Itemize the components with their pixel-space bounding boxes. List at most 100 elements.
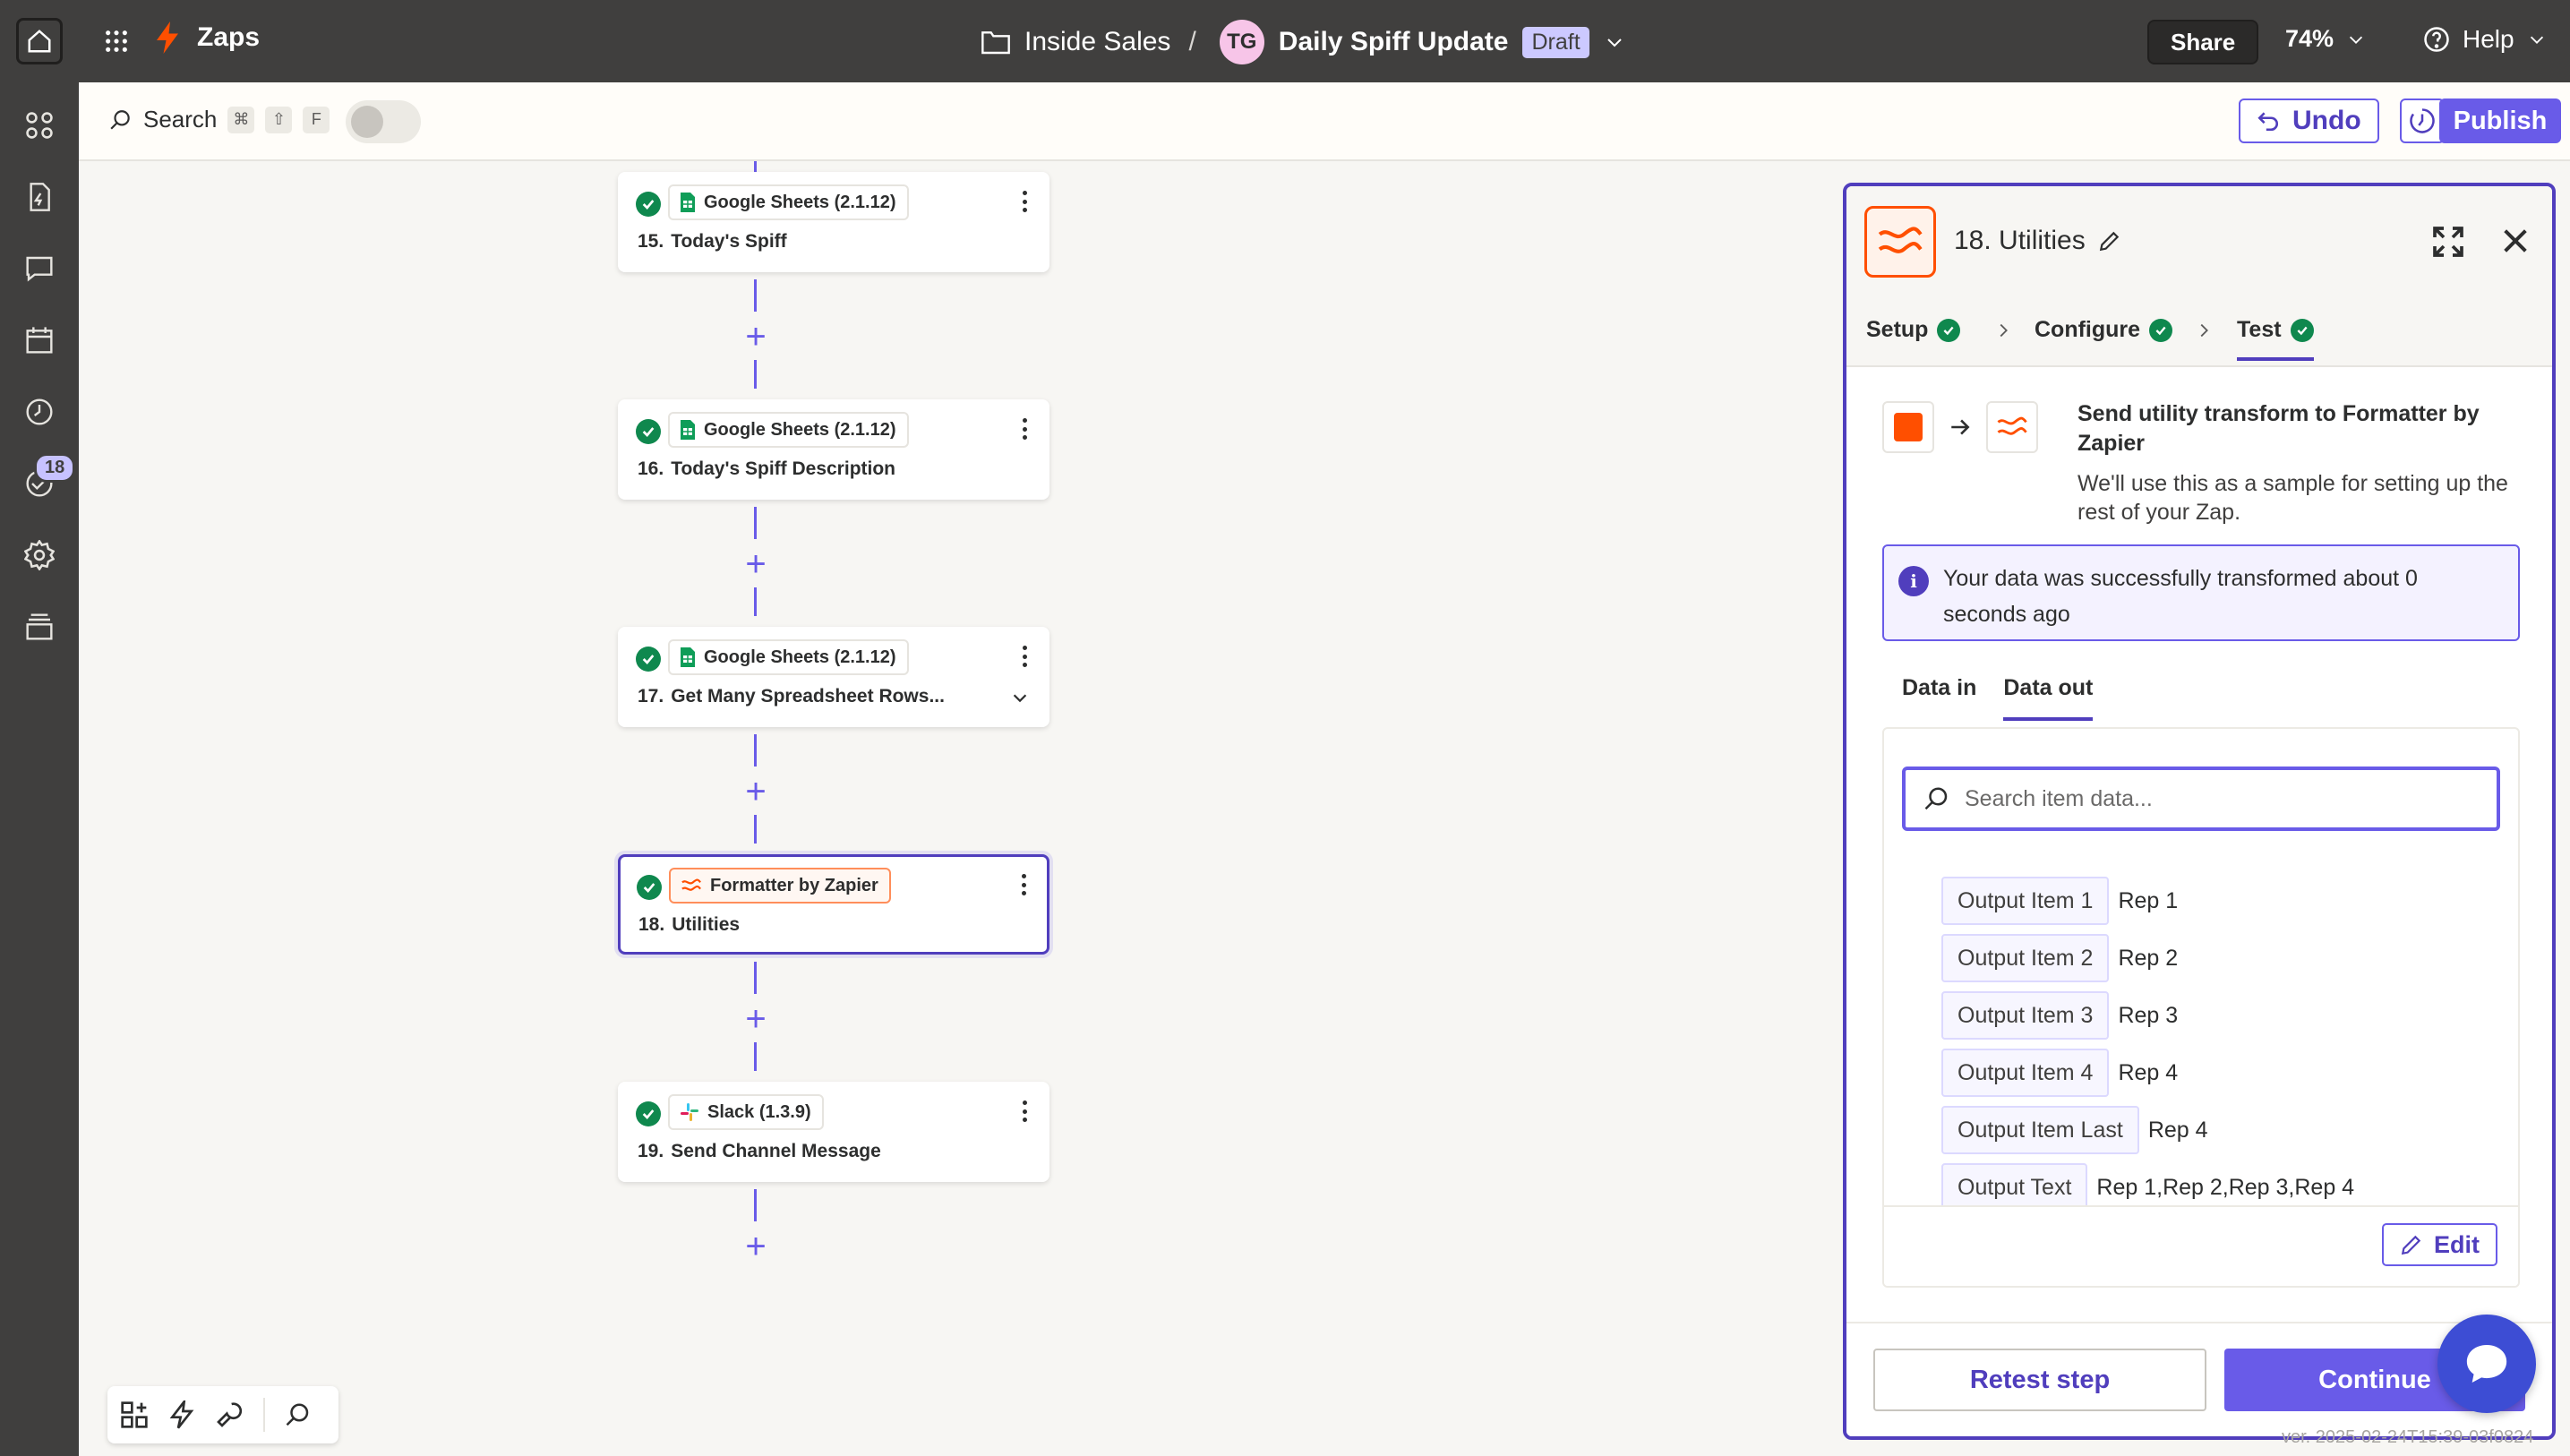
zaps-label: Zaps bbox=[197, 22, 261, 52]
rail-zaps-button[interactable] bbox=[21, 179, 57, 215]
add-app-icon[interactable] bbox=[120, 1400, 149, 1429]
step-number: 15. bbox=[638, 231, 664, 252]
add-step-button[interactable]: + bbox=[736, 317, 775, 356]
step-card-15[interactable]: Google Sheets (2.1.12) 15. Today's Spiff bbox=[618, 172, 1049, 272]
home-icon bbox=[28, 30, 51, 53]
formatter-logo bbox=[1864, 206, 1936, 278]
output-row: Output Item 4 Rep 4 bbox=[1941, 1044, 2354, 1101]
toggle-knob bbox=[351, 106, 383, 138]
step-number: 16. bbox=[638, 458, 664, 479]
formatter-icon bbox=[1997, 416, 2027, 435]
panel-title[interactable]: 18. Utilities bbox=[1954, 226, 2121, 256]
step-card-16[interactable]: Google Sheets (2.1.12) 16. Today's Spiff … bbox=[618, 399, 1049, 500]
step-menu-button[interactable] bbox=[1015, 871, 1032, 898]
tab-data-in[interactable]: Data in bbox=[1902, 675, 1976, 721]
clock-icon bbox=[26, 398, 53, 425]
add-step-button[interactable]: + bbox=[736, 544, 775, 584]
tab-data-out[interactable]: Data out bbox=[2003, 675, 2094, 721]
edit-label: Edit bbox=[2434, 1230, 2480, 1258]
undo-label: Undo bbox=[2292, 106, 2361, 135]
tab-configure[interactable]: Configure bbox=[2035, 317, 2173, 343]
step-menu-button[interactable] bbox=[1015, 415, 1033, 442]
canvas-toggle[interactable] bbox=[346, 100, 421, 143]
maximize-icon[interactable] bbox=[2430, 224, 2466, 260]
output-key[interactable]: Output Text bbox=[1941, 1163, 2088, 1212]
output-key[interactable]: Output Item 4 bbox=[1941, 1049, 2110, 1097]
check-circle-icon bbox=[636, 1101, 661, 1126]
retest-step-button[interactable]: Retest step bbox=[1873, 1349, 2206, 1411]
zaps-nav-link[interactable]: Zaps bbox=[154, 21, 260, 54]
panel-header: 18. Utilities bbox=[1846, 186, 2552, 297]
tab-test[interactable]: Test bbox=[2237, 317, 2314, 361]
rail-interfaces-button[interactable] bbox=[21, 251, 57, 287]
zap-name[interactable]: Daily Spiff Update bbox=[1279, 27, 1509, 57]
shortcut-key-cmd: ⌘ bbox=[227, 106, 255, 133]
zoom-dropdown[interactable]: 74% bbox=[2285, 25, 2366, 53]
rail-apps-button[interactable] bbox=[21, 107, 57, 143]
add-step-button[interactable]: + bbox=[736, 999, 775, 1039]
close-icon[interactable] bbox=[2500, 226, 2531, 256]
breadcrumb-separator: / bbox=[1188, 27, 1196, 56]
connector-line bbox=[754, 1189, 757, 1221]
rail-settings-button[interactable] bbox=[21, 537, 57, 573]
output-key[interactable]: Output Item 1 bbox=[1941, 877, 2110, 925]
search-item-data-input[interactable]: Search item data... bbox=[1902, 767, 2500, 831]
folder-link[interactable]: Inside Sales bbox=[1024, 27, 1170, 57]
app-name: Formatter by Zapier bbox=[710, 875, 878, 895]
canvas-search[interactable]: Search ⌘ ⇧ F bbox=[109, 106, 330, 133]
output-key[interactable]: Output Item Last bbox=[1941, 1106, 2139, 1154]
chevron-down-icon[interactable] bbox=[1010, 688, 1030, 707]
app-name: Google Sheets (2.1.12) bbox=[704, 192, 896, 212]
output-key[interactable]: Output Item 2 bbox=[1941, 934, 2110, 982]
check-circle-icon bbox=[636, 647, 661, 672]
step-menu-button[interactable] bbox=[1015, 188, 1033, 215]
edit-button[interactable]: Edit bbox=[2382, 1223, 2497, 1266]
rail-history-button[interactable] bbox=[21, 394, 57, 430]
check-circle-icon bbox=[1937, 318, 1961, 342]
app-name: Slack (1.3.9) bbox=[707, 1101, 811, 1122]
stack-icon bbox=[26, 613, 53, 640]
search-icon[interactable] bbox=[285, 1401, 312, 1428]
undo-button[interactable]: Undo bbox=[2239, 98, 2379, 143]
apps-grid-button[interactable] bbox=[99, 23, 134, 59]
output-key[interactable]: Output Item 3 bbox=[1941, 991, 2110, 1040]
bolt-icon bbox=[157, 21, 178, 54]
step-number: 19. bbox=[638, 1141, 664, 1161]
tab-setup[interactable]: Setup bbox=[1866, 317, 1961, 343]
chevron-down-icon bbox=[2530, 36, 2543, 44]
chevron-right-icon bbox=[2000, 323, 2008, 338]
data-out-box: Search item data... Output Item 1 Rep 1 O… bbox=[1882, 727, 2520, 1288]
step-card-19[interactable]: Slack (1.3.9) 19. Send Channel Message bbox=[618, 1082, 1049, 1182]
pencil-icon[interactable] bbox=[2098, 229, 2121, 253]
avatar[interactable]: TG bbox=[1219, 20, 1264, 64]
share-button[interactable]: Share bbox=[2147, 20, 2259, 64]
check-circle-icon bbox=[637, 875, 662, 900]
step-card-17[interactable]: Google Sheets (2.1.12) 17. Get Many Sprea… bbox=[618, 627, 1049, 727]
publish-button[interactable]: Publish bbox=[2439, 98, 2561, 143]
home-button[interactable] bbox=[16, 18, 63, 64]
output-row: Output Item 1 Rep 1 bbox=[1941, 872, 2354, 929]
search-icon bbox=[110, 109, 130, 130]
top-bar: Zaps Inside Sales / TG Daily Spiff Updat… bbox=[0, 0, 2570, 82]
rail-more-button[interactable] bbox=[21, 609, 57, 645]
version-text: ver. 2025-02-24T15:39-03f0824 bbox=[2282, 1427, 2534, 1447]
zap-file-icon bbox=[30, 183, 50, 211]
step-number: 18. bbox=[638, 914, 665, 935]
version-history-button[interactable] bbox=[2400, 98, 2445, 143]
check-circle-icon bbox=[2290, 318, 2314, 342]
step-menu-button[interactable] bbox=[1015, 1098, 1033, 1125]
step-name: Utilities bbox=[672, 914, 741, 935]
wrench-icon[interactable] bbox=[215, 1400, 244, 1429]
bolt-icon[interactable] bbox=[168, 1400, 195, 1429]
add-step-button[interactable]: + bbox=[736, 1227, 775, 1266]
canvas-tools bbox=[107, 1386, 338, 1443]
add-step-button[interactable]: + bbox=[736, 772, 775, 811]
help-menu[interactable]: Help bbox=[2423, 25, 2547, 54]
zap-canvas[interactable]: + + + + + Google Sheets (2.1.12) 15. Toda… bbox=[79, 161, 1843, 1456]
chat-support-button[interactable] bbox=[2437, 1315, 2536, 1413]
step-card-18[interactable]: Formatter by Zapier 18. Utilities bbox=[618, 854, 1049, 955]
panel-title-text: 18. Utilities bbox=[1954, 226, 2086, 255]
rail-tables-button[interactable] bbox=[21, 322, 57, 358]
chevron-down-icon[interactable] bbox=[1604, 31, 1625, 53]
step-menu-button[interactable] bbox=[1015, 643, 1033, 670]
